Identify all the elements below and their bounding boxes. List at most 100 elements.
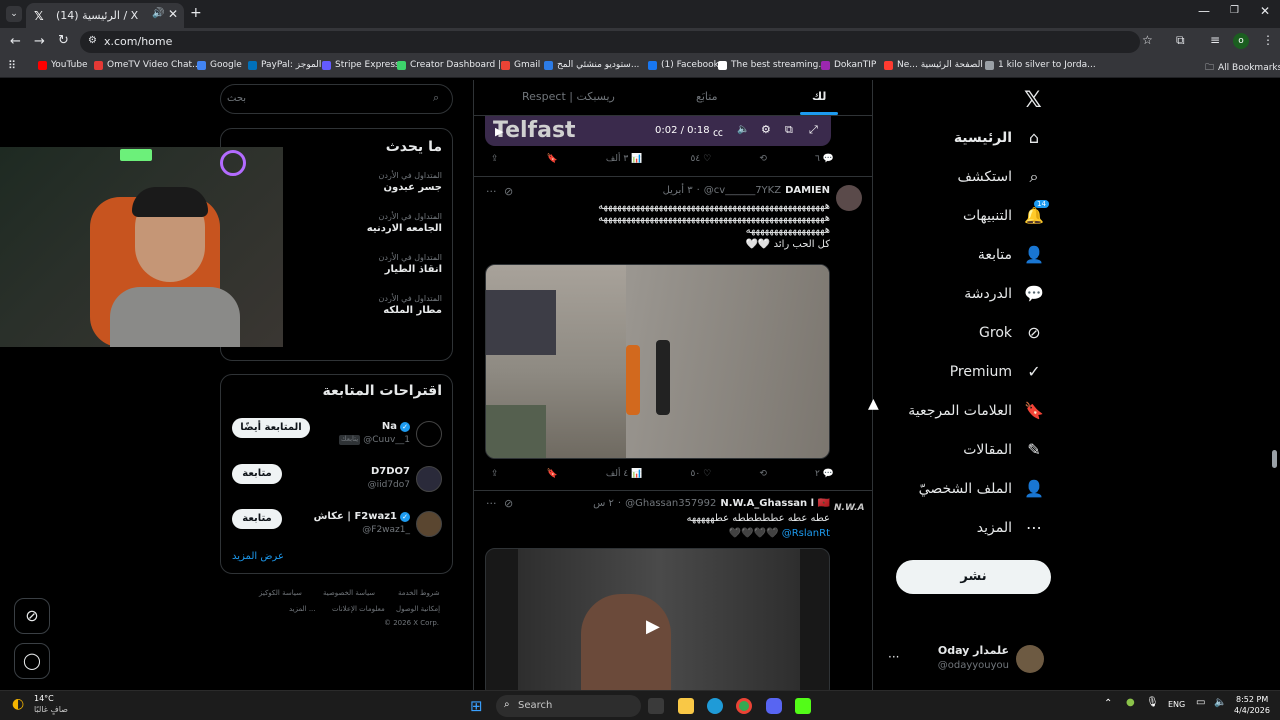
fullscreen-icon[interactable]: ⤢ [809,123,818,137]
play-icon[interactable]: ▶ [495,125,503,138]
network-icon[interactable]: ▭ [1196,697,1205,708]
tweet2-more-icon[interactable]: ··· [486,497,497,510]
volume-icon[interactable]: 🔈 [737,124,749,135]
bookmark-item[interactable]: Creator Dashboard |... [397,60,510,70]
captions-icon[interactable]: ㏄ [713,124,723,139]
footer-link[interactable]: سياسة الخصوصية [323,589,375,597]
close-window-icon[interactable]: ✕ [1260,4,1270,18]
suggestion-avatar[interactable] [416,511,442,537]
footer-link[interactable]: شروط الخدمة [398,589,440,597]
tweet2[interactable]: N.W.A ··· ⊘ ٢ س · @Ghassan357992 N.W.A_G… [474,491,872,690]
retweet-icon[interactable]: ⟲ [759,469,767,479]
forward-icon[interactable]: → [34,34,45,49]
trend-name[interactable]: مطار الملكه [383,305,442,316]
taskbar-search[interactable]: ⌕ Search [496,695,641,717]
apps-icon[interactable]: ⠿ [8,59,16,72]
media-icon[interactable]: ≡ [1210,33,1220,47]
messages-float-button[interactable]: ◯ [14,643,50,679]
bookmark-item[interactable]: Gmail [501,60,540,70]
reload-icon[interactable]: ↻ [58,33,69,48]
trend-name[interactable]: انقاذ الطيار [385,264,442,275]
bookmark-item[interactable]: Stripe Express [322,60,400,70]
file-explorer-icon[interactable] [678,698,694,714]
trend-name[interactable]: جسر عبدون [383,182,442,193]
bookmark-action-icon[interactable]: 🔖 [547,154,558,164]
suggestion-avatar[interactable] [416,421,442,447]
speaker-icon[interactable]: 🔊 [152,8,164,19]
bookmark-item[interactable]: OmeTV Video Chat... [94,60,201,70]
task-view-icon[interactable] [648,698,664,714]
tweet2-video[interactable]: ▶ [485,548,830,690]
nav-item[interactable]: التنبيهات 🔔 14 [963,200,1049,225]
like-action[interactable]: ٥٤ ♡ [690,154,711,164]
url-field[interactable]: ⚙ x.com/home [80,31,1140,53]
tweet1-more-icon[interactable]: ··· [486,185,497,198]
tab-respect[interactable]: Respect | ريسبكت [522,90,615,103]
back-icon[interactable]: ← [10,34,21,49]
footer-link[interactable]: سياسة الكوكيز [259,589,302,597]
page-scrollbar[interactable] [1272,450,1277,468]
tweet1[interactable]: ··· ⊘ ٣ أبريل · @cv______7YKZ DAMIEN ههه… [474,177,872,490]
bookmark-action-icon[interactable]: 🔖 [547,469,558,479]
footer-link[interactable]: إمكانية الوصول [396,605,440,613]
reply-action[interactable]: ٦ 💬 [815,154,834,164]
grok-float-button[interactable]: ⊘ [14,598,50,634]
star-icon[interactable]: ☆ [1142,33,1153,47]
bookmark-item[interactable]: The best streaming... [718,60,827,70]
follow-suggestion[interactable]: D7DO7 @iid7do7 متابعة [221,460,452,500]
like-action[interactable]: ٥٠ ♡ [690,469,711,479]
views-action[interactable]: ٣ ألف 📊 [606,154,642,164]
browser-tab[interactable]: 𝕏 (14) الرئيسية / X 🔊 ✕ [26,3,184,28]
retweet-icon[interactable]: ⟲ [759,154,767,164]
language-indicator[interactable]: ENG [1168,700,1185,709]
suggestion-avatar[interactable] [416,466,442,492]
mic-icon[interactable]: 🎙 [1146,697,1159,708]
tweet2-avatar[interactable]: N.W.A [834,503,864,513]
all-bookmarks[interactable]: 🗀 All Bookmarks [1205,60,1280,76]
tray-app-icon[interactable]: ● [1126,697,1135,708]
bookmark-item[interactable]: ستوديو منشئي المح... [544,60,639,70]
site-info-icon[interactable]: ⚙ [88,35,97,46]
extensions-icon[interactable]: ⧉ [1176,33,1185,48]
nav-item[interactable]: الملف الشخصيّ 👤 [919,479,1044,498]
bookmark-item[interactable]: DokanTIP [821,60,876,70]
account-switcher[interactable]: ··· Oday علمدار @odayyouyou [884,640,1054,680]
footer-link[interactable]: المزيد ... [289,605,316,613]
volume-icon[interactable]: 🔈 [1214,697,1226,708]
minimize-icon[interactable]: — [1198,4,1210,18]
menu-icon[interactable]: ⋮ [1262,33,1274,47]
follow-suggestion[interactable]: Na ✓ يتابعك @Cuuv__1 المتابعة أيضًا [221,415,452,455]
grok-small-icon[interactable]: ⊘ [504,185,513,198]
video-play-icon[interactable]: ▶ [646,616,660,637]
bookmark-item[interactable]: YouTube [38,60,88,70]
nav-item[interactable]: متابعة 👤 [978,245,1044,264]
nav-item[interactable]: المقالات ✎ [963,440,1044,459]
trend-name[interactable]: الجامعه الاردنيه [367,223,442,234]
grok-small-icon[interactable]: ⊘ [504,497,513,510]
tab-list-icon[interactable]: ⌄ [6,6,22,22]
follow-suggestion[interactable]: عكاش | F2waz1 ✓ @F2waz1_ متابعة [221,505,452,545]
bookmark-item[interactable]: Ne... الصفحة الرئيسية [884,60,983,70]
nav-item[interactable]: Premium ✓ [950,362,1044,381]
nav-item[interactable]: الدردشة 💬 [964,284,1044,303]
chrome-icon[interactable] [736,698,752,714]
tweet1-avatar[interactable] [836,185,862,211]
tab-following[interactable]: متابَع [696,90,717,103]
discord-icon[interactable] [766,698,782,714]
start-icon[interactable]: ⊞ [470,697,483,715]
follow-button[interactable]: متابعة [232,509,282,529]
show-more-link[interactable]: عرض المزيد [232,551,284,562]
x-logo-icon[interactable]: 𝕏 [1024,88,1042,113]
nav-item[interactable]: العلامات المرجعية 🔖 [908,401,1044,420]
nav-item[interactable]: Grok ⊘ [979,323,1044,342]
clock-date[interactable]: 4/4/2026 [1234,706,1270,715]
bookmark-item[interactable]: Google [197,60,242,70]
search-box[interactable]: ⌕ بحث [220,84,453,114]
bookmark-item[interactable]: 1 kilo silver to Jorda... [985,60,1096,70]
pip-icon[interactable]: ⧉ [785,123,793,137]
tweet0-video[interactable]: Telfast ▶ 0:02 / 0:18 ㏄ 🔈 ⚙ ⧉ ⤢ [485,116,831,146]
clock-time[interactable]: 8:52 PM [1236,695,1268,704]
bookmark-item[interactable]: PayPal: الموجز [248,60,321,70]
edge-icon[interactable] [707,698,723,714]
nav-item[interactable]: استكشف ⌕ [957,167,1044,187]
